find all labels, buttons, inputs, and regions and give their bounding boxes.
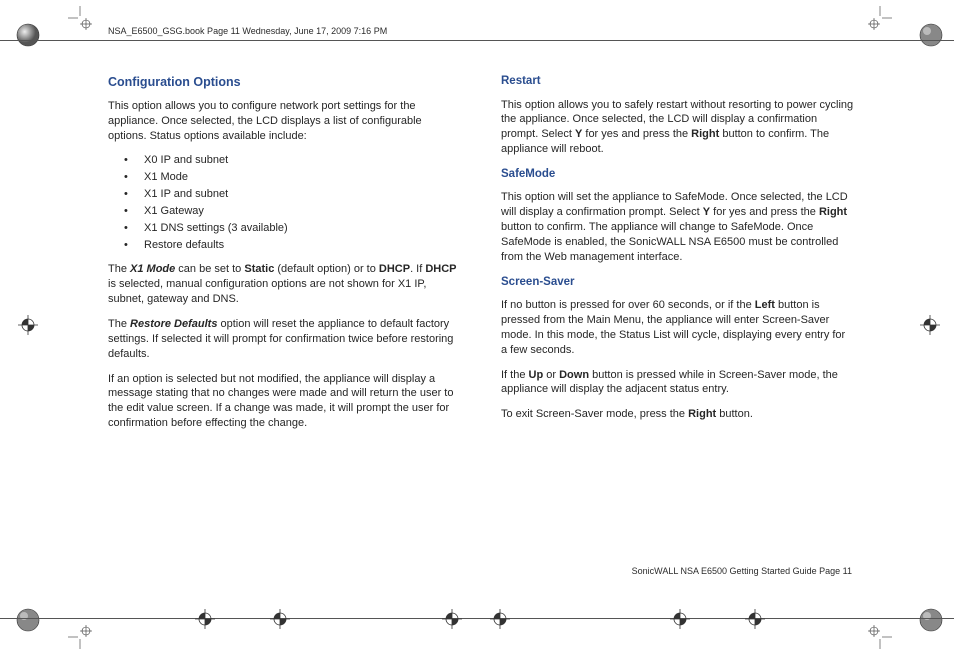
text-bold: Static bbox=[244, 263, 274, 275]
text: button. bbox=[716, 408, 753, 420]
list-item: X1 IP and subnet bbox=[132, 187, 461, 202]
text-bold: Right bbox=[688, 408, 716, 420]
right-column: Restart This option allows you to safely… bbox=[501, 74, 854, 441]
paragraph: The X1 Mode can be set to Static (defaul… bbox=[108, 262, 461, 307]
text-bold: DHCP bbox=[425, 263, 456, 275]
footer-rule bbox=[0, 618, 954, 619]
text: for yes and press the bbox=[582, 128, 691, 140]
list-item: X1 Gateway bbox=[132, 204, 461, 219]
text-bold: Left bbox=[755, 299, 775, 311]
text: can be set to bbox=[175, 263, 244, 275]
text: button to confirm. The appliance will ch… bbox=[501, 221, 838, 263]
crosshair-icon bbox=[18, 315, 38, 335]
footer-page-number: Page 11 bbox=[817, 566, 852, 576]
paragraph: This option allows you to configure netw… bbox=[108, 99, 461, 144]
paragraph: If an option is selected but not modifie… bbox=[108, 372, 461, 431]
paragraph: This option allows you to safely restart… bbox=[501, 98, 854, 157]
registration-mark-icon bbox=[918, 22, 944, 48]
heading-configuration-options: Configuration Options bbox=[108, 74, 461, 91]
crop-mark-icon bbox=[68, 625, 92, 649]
text: If the bbox=[501, 369, 529, 381]
text: To exit Screen-Saver mode, press the bbox=[501, 408, 688, 420]
paragraph: To exit Screen-Saver mode, press the Rig… bbox=[501, 407, 854, 422]
left-column: Configuration Options This option allows… bbox=[108, 74, 461, 441]
text: . If bbox=[410, 263, 425, 275]
text-bold: Y bbox=[703, 206, 710, 218]
text: The bbox=[108, 263, 130, 275]
content-area: Configuration Options This option allows… bbox=[108, 74, 854, 441]
text: for yes and press the bbox=[710, 206, 819, 218]
paragraph: This option will set the appliance to Sa… bbox=[501, 190, 854, 264]
text-bold-italic: X1 Mode bbox=[130, 263, 175, 275]
crop-mark-icon bbox=[868, 6, 892, 30]
text: (default option) or to bbox=[274, 263, 379, 275]
paragraph: If no button is pressed for over 60 seco… bbox=[501, 298, 854, 357]
heading-safemode: SafeMode bbox=[501, 167, 854, 183]
crop-mark-icon bbox=[868, 625, 892, 649]
crop-mark-icon bbox=[68, 6, 92, 30]
text: is selected, manual configuration option… bbox=[108, 278, 426, 305]
text: or bbox=[543, 369, 559, 381]
bottom-registration-row bbox=[0, 605, 954, 633]
paragraph: If the Up or Down button is pressed whil… bbox=[501, 368, 854, 398]
footer-line: SonicWALL NSA E6500 Getting Started Guid… bbox=[632, 566, 852, 576]
list-item: Restore defaults bbox=[132, 238, 461, 253]
registration-mark-icon bbox=[15, 22, 41, 48]
footer-guide-title: SonicWALL NSA E6500 Getting Started Guid… bbox=[632, 566, 817, 576]
list-item: X0 IP and subnet bbox=[132, 153, 461, 168]
text-bold: Up bbox=[529, 369, 544, 381]
registration-mark-icon bbox=[918, 607, 944, 633]
text-bold-italic: Restore Defaults bbox=[130, 318, 217, 330]
list-item: X1 Mode bbox=[132, 170, 461, 185]
heading-restart: Restart bbox=[501, 74, 854, 90]
text-bold: DHCP bbox=[379, 263, 410, 275]
text: The bbox=[108, 318, 130, 330]
config-bullet-list: X0 IP and subnet X1 Mode X1 IP and subne… bbox=[108, 153, 461, 252]
text: If no button is pressed for over 60 seco… bbox=[501, 299, 755, 311]
text-bold: Right bbox=[691, 128, 719, 140]
header-rule bbox=[0, 40, 954, 41]
list-item: X1 DNS settings (3 available) bbox=[132, 221, 461, 236]
heading-screen-saver: Screen-Saver bbox=[501, 275, 854, 291]
crosshair-icon bbox=[920, 315, 940, 335]
text-bold: Right bbox=[819, 206, 847, 218]
paragraph: The Restore Defaults option will reset t… bbox=[108, 317, 461, 362]
registration-mark-icon bbox=[15, 607, 41, 633]
document-page: NSA_E6500_GSG.book Page 11 Wednesday, Ju… bbox=[0, 0, 954, 651]
running-header: NSA_E6500_GSG.book Page 11 Wednesday, Ju… bbox=[108, 26, 387, 36]
text-bold: Down bbox=[559, 369, 589, 381]
